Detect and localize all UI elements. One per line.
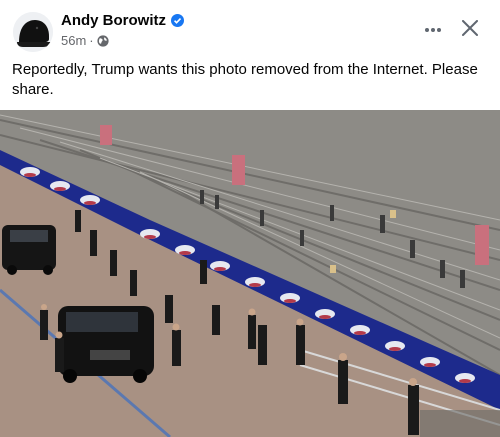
close-icon	[462, 20, 478, 36]
post-meta: 56m ·	[61, 33, 109, 48]
author-name[interactable]: Andy Borowitz	[61, 12, 166, 29]
post-text: Reportedly, Trump wants this photo remov…	[12, 61, 478, 98]
more-options-icon	[425, 28, 441, 32]
close-button[interactable]	[456, 14, 484, 42]
avatar-image	[13, 12, 53, 52]
more-options-button[interactable]	[419, 16, 447, 44]
post-photo[interactable]	[0, 110, 500, 437]
avatar[interactable]	[13, 12, 53, 52]
meta-separator: ·	[89, 33, 94, 48]
verified-badge-icon	[171, 14, 184, 27]
post-header: Andy Borowitz 56m ·	[0, 0, 500, 56]
author-row: Andy Borowitz	[61, 12, 184, 29]
parade-photo	[0, 110, 500, 437]
globe-icon	[97, 34, 109, 47]
post-timestamp[interactable]: 56m	[61, 33, 86, 48]
